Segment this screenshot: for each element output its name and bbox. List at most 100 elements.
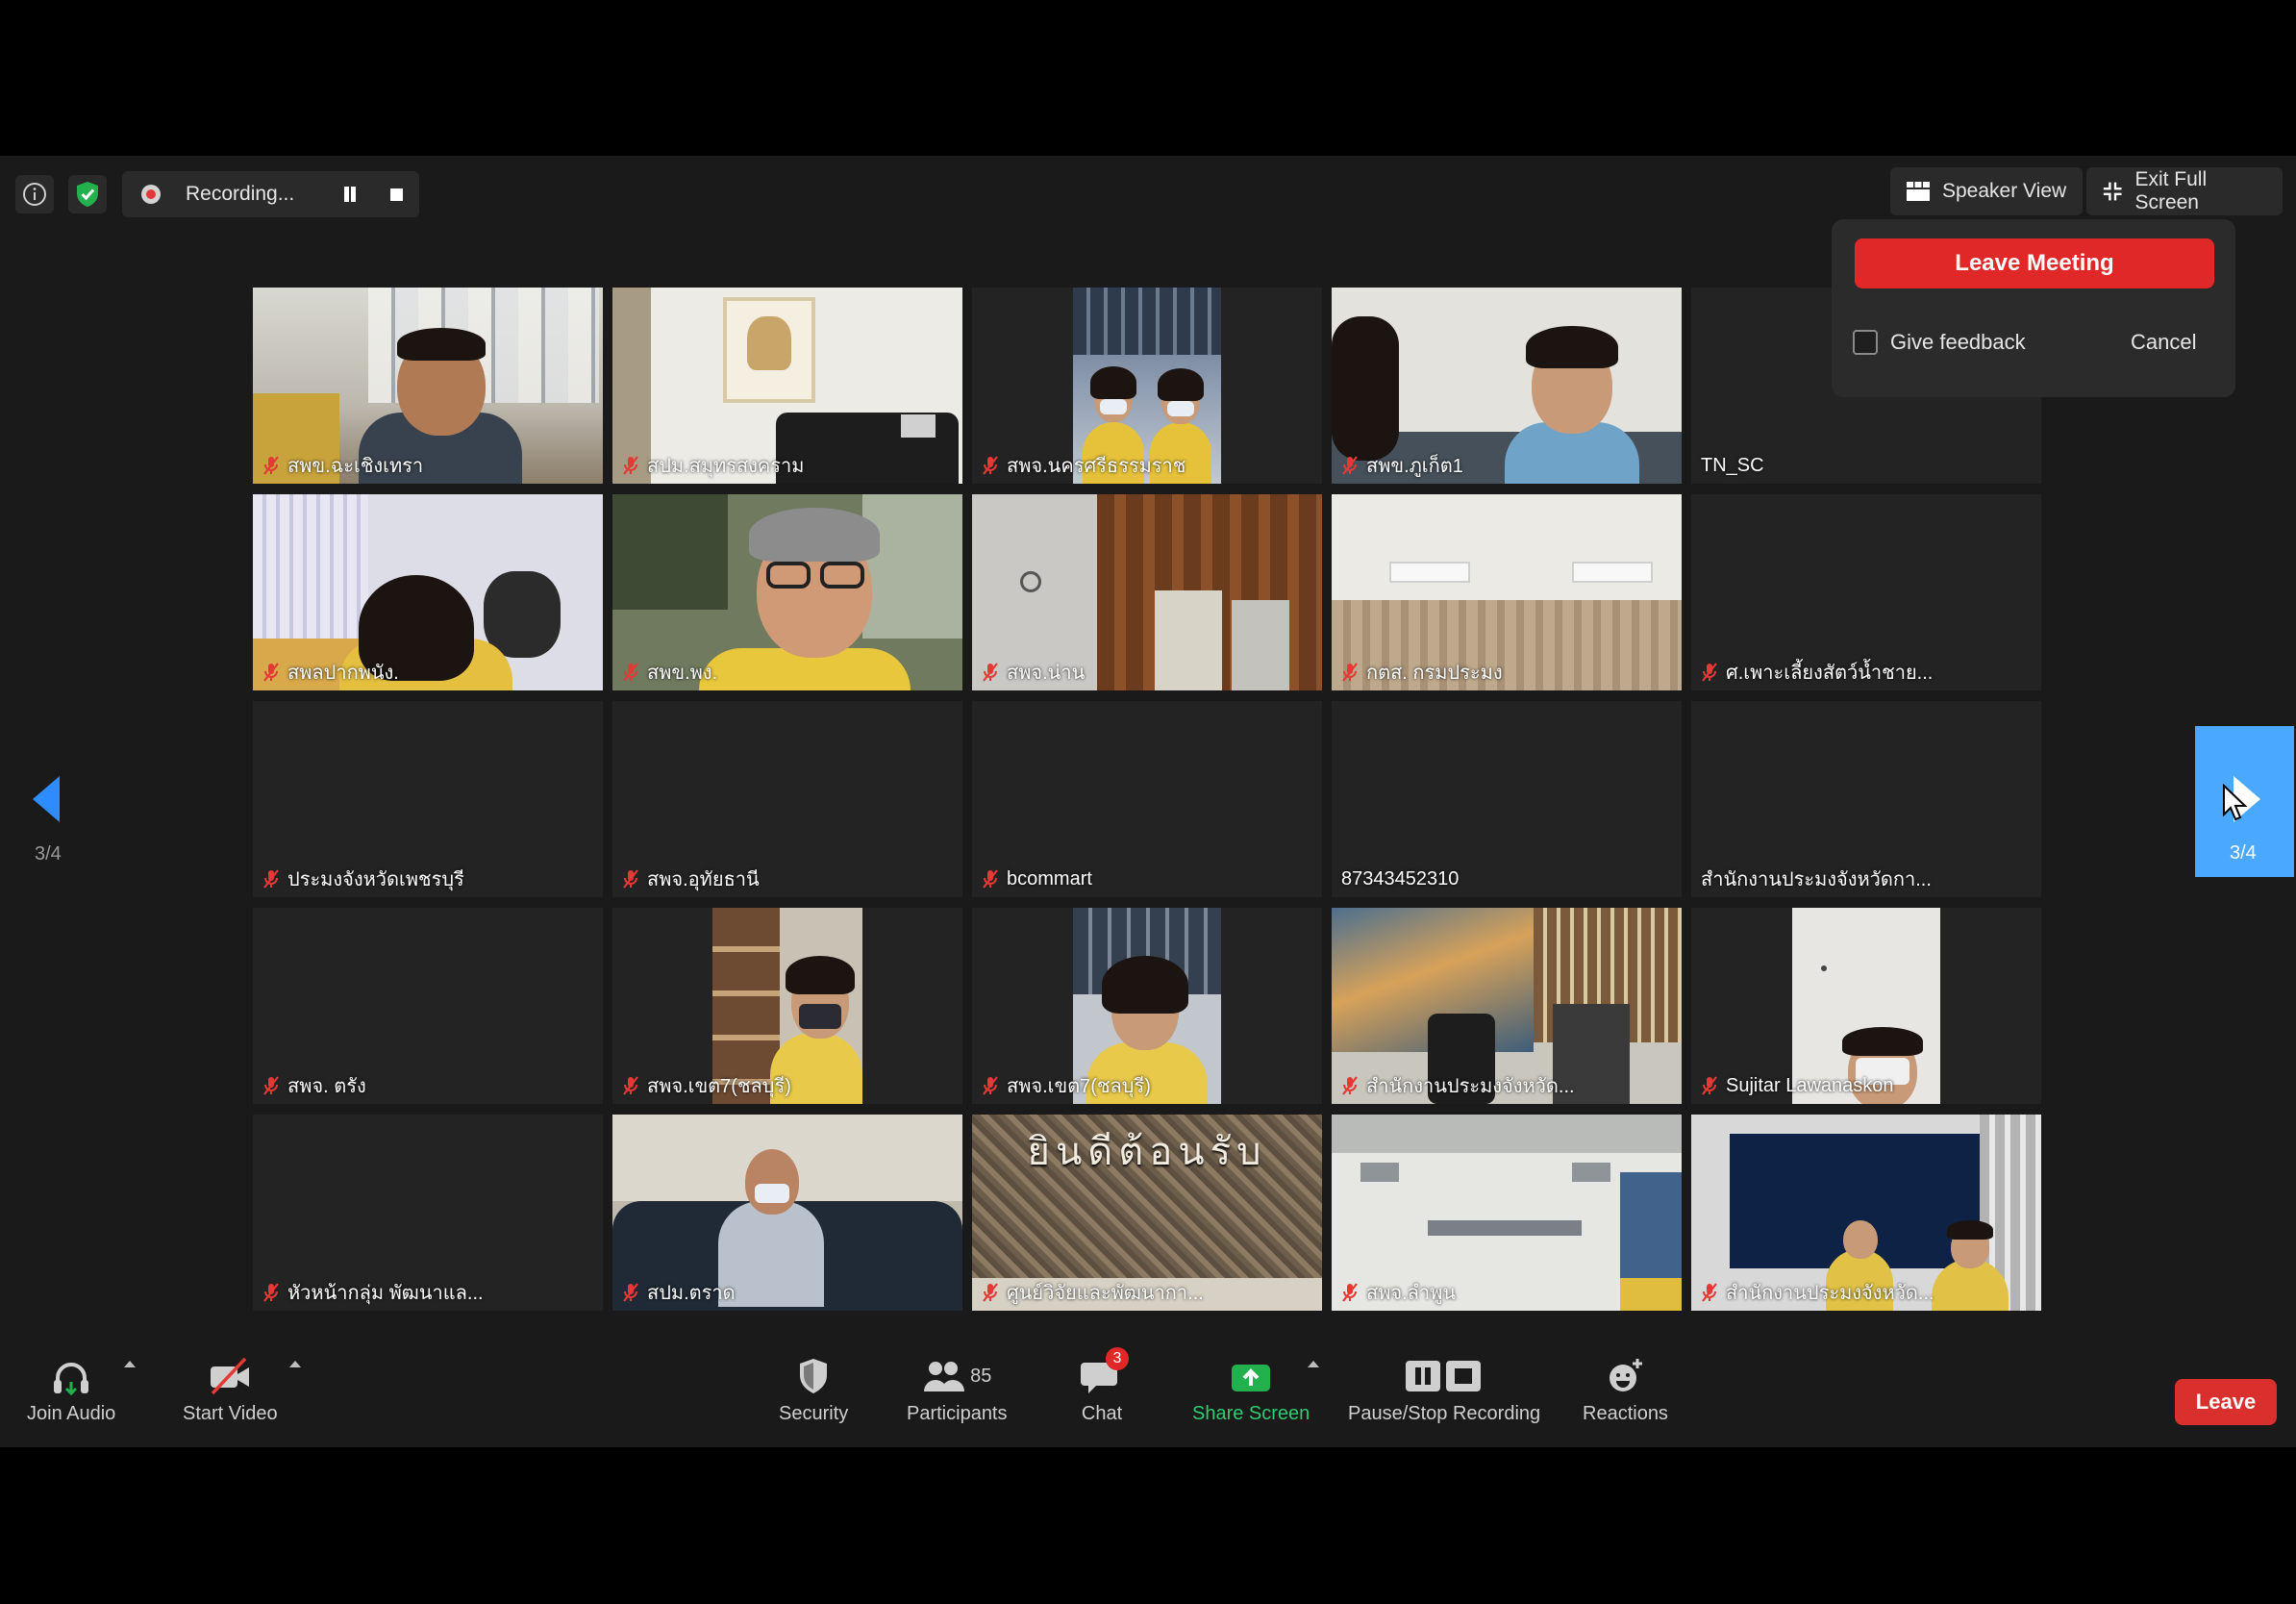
muted-mic-icon [623, 1283, 638, 1302]
muted-mic-icon [263, 456, 279, 475]
video-tile[interactable]: ประมงจังหวัดเพชรบุรี [253, 701, 603, 897]
participants-button[interactable]: 85 Participants [907, 1355, 1008, 1425]
video-tile[interactable]: สพข.ภูเก็ต1 [1332, 288, 1682, 484]
video-tile[interactable]: สำนักงานประมงจังหวัด... [1691, 1115, 2041, 1311]
join-audio-button[interactable]: Join Audio [27, 1355, 115, 1425]
start-video-label: Start Video [183, 1403, 278, 1424]
chat-button[interactable]: 3 Chat [1079, 1347, 1129, 1425]
participant-name: สพจ.ลำพูน [1341, 1280, 1456, 1305]
reactions-button[interactable]: Reactions [1583, 1355, 1668, 1425]
join-audio-label: Join Audio [27, 1403, 116, 1424]
video-tile[interactable]: สำนักงานประมงจังหวัด... [1332, 908, 1682, 1104]
muted-mic-icon [1342, 663, 1358, 682]
security-label: Security [779, 1403, 849, 1424]
video-tile[interactable]: สพลปากพนัง. [253, 494, 603, 690]
give-feedback-checkbox[interactable] [1853, 330, 1878, 355]
video-tile[interactable]: Sujitar Lawanaskon [1691, 908, 2041, 1104]
video-tile[interactable]: สพจ.น่าน [972, 494, 1322, 690]
share-screen-icon [1232, 1365, 1271, 1391]
participant-name: สปม.ตราด [622, 1280, 736, 1305]
video-tile[interactable]: สปม.สมุทรสงคราม [612, 288, 962, 484]
video-options-caret-icon[interactable] [289, 1361, 301, 1367]
audio-options-caret-icon[interactable] [124, 1361, 136, 1367]
speaker-view-button[interactable]: Speaker View [1890, 167, 2083, 215]
muted-mic-icon [1702, 1076, 1717, 1095]
cancel-button[interactable]: Cancel [2131, 330, 2196, 355]
security-button[interactable]: Security [779, 1355, 848, 1425]
video-off-icon [211, 1357, 250, 1395]
video-tile[interactable]: สปม.ตราด [612, 1115, 962, 1311]
share-screen-button[interactable]: Share Screen [1192, 1355, 1310, 1425]
page-indicator: 3/4 [2230, 842, 2257, 864]
muted-mic-icon [263, 663, 279, 682]
participant-name: สพข.พง. [622, 660, 717, 685]
participant-name: สพจ. ตรัง [262, 1073, 366, 1098]
muted-mic-icon [623, 456, 638, 475]
meeting-info-button[interactable] [15, 175, 54, 213]
meeting-toolbar: Join Audio Start Video Security 85 Parti… [0, 1343, 2296, 1447]
participant-name: Sujitar Lawanaskon [1701, 1073, 1894, 1098]
video-tile[interactable]: 87343452310 [1332, 701, 1682, 897]
encryption-button[interactable] [68, 175, 107, 213]
speaker-view-icon [1907, 182, 1930, 201]
pause-recording-icon[interactable] [341, 187, 359, 202]
video-tile[interactable]: สพข.ฉะเชิงเทรา [253, 288, 603, 484]
start-video-button[interactable]: Start Video [183, 1355, 278, 1425]
participant-name: ศ.เพาะเลี้ยงสัตว์น้ำชาย... [1701, 660, 1933, 685]
chat-label: Chat [1081, 1403, 1123, 1424]
participant-name: สพจ.น่าน [982, 660, 1085, 685]
shield-icon [800, 1359, 828, 1393]
previous-page-button[interactable]: 3/4 [19, 776, 81, 872]
video-tile[interactable]: bcommart [972, 701, 1322, 897]
pause-stop-recording-label: Pause/Stop Recording [1348, 1403, 1541, 1424]
exit-full-screen-label: Exit Full Screen [2134, 168, 2208, 213]
reactions-icon [1610, 1359, 1643, 1391]
participant-name: สำนักงานประมงจังหวัด... [1341, 1073, 1575, 1098]
video-tile[interactable]: ศ.เพาะเลี้ยงสัตว์น้ำชาย... [1691, 494, 2041, 690]
video-tile[interactable]: กตส. กรมประมง [1332, 494, 1682, 690]
participant-name: bcommart [982, 866, 1092, 891]
muted-mic-icon [623, 663, 638, 682]
video-tile[interactable]: สำนักงานประมงจังหวัดกา... [1691, 701, 2041, 897]
video-tile[interactable]: สพจ.เขต7(ชลบุรี) [612, 908, 962, 1104]
participant-name: สพจ.เขต7(ชลบุรี) [982, 1073, 1151, 1098]
welcome-sign-text: ยินดีต้อนรับ [1027, 1130, 1267, 1174]
participant-name: สพจ.นครศรีธรรมราช [982, 453, 1185, 478]
recording-indicator: Recording... [122, 171, 419, 217]
exit-full-screen-button[interactable]: Exit Full Screen [2086, 167, 2283, 215]
muted-mic-icon [623, 869, 638, 889]
muted-mic-icon [983, 1076, 998, 1095]
muted-mic-icon [263, 1283, 279, 1302]
video-tile[interactable]: สพจ.เขต7(ชลบุรี) [972, 908, 1322, 1104]
stop-recording-icon[interactable] [390, 188, 403, 201]
leave-button[interactable]: Leave [2175, 1379, 2277, 1425]
video-tile[interactable]: สพจ.อุทัยธานี [612, 701, 962, 897]
recording-dot-icon [141, 185, 161, 204]
video-tile[interactable]: สพจ.ลำพูน [1332, 1115, 1682, 1311]
video-tile[interactable]: ยินดีต้อนรับ ศูนย์วิจัยและพัฒนากา... [972, 1115, 1322, 1311]
participant-name: สพจ.อุทัยธานี [622, 866, 760, 891]
give-feedback-label[interactable]: Give feedback [1890, 330, 2026, 355]
muted-mic-icon [263, 1076, 279, 1095]
pause-stop-recording-button[interactable]: Pause/Stop Recording [1348, 1355, 1540, 1425]
participant-name: สพลปากพนัง. [262, 660, 399, 685]
video-tile[interactable]: สพจ.นครศรีธรรมราช [972, 288, 1322, 484]
video-tile[interactable]: สพข.พง. [612, 494, 962, 690]
video-tile[interactable]: หัวหน้ากลุ่ม พัฒนาแล... [253, 1115, 603, 1311]
muted-mic-icon [1342, 456, 1358, 475]
muted-mic-icon [1702, 663, 1717, 682]
exit-fullscreen-icon [2103, 182, 2122, 201]
arrow-left-icon [33, 776, 60, 822]
share-options-caret-icon[interactable] [1308, 1361, 1319, 1367]
participant-name: ประมงจังหวัดเพชรบุรี [262, 866, 464, 891]
info-icon [23, 183, 46, 206]
participant-name: สพข.ฉะเชิงเทรา [262, 453, 423, 478]
muted-mic-icon [983, 456, 998, 475]
pause-stop-icon [1406, 1361, 1482, 1391]
recording-label: Recording... [186, 183, 295, 205]
participant-name: กตส. กรมประมง [1341, 660, 1503, 685]
muted-mic-icon [623, 1076, 638, 1095]
page-indicator: 3/4 [35, 843, 62, 865]
video-tile[interactable]: สพจ. ตรัง [253, 908, 603, 1104]
leave-meeting-button[interactable]: Leave Meeting [1855, 238, 2214, 288]
